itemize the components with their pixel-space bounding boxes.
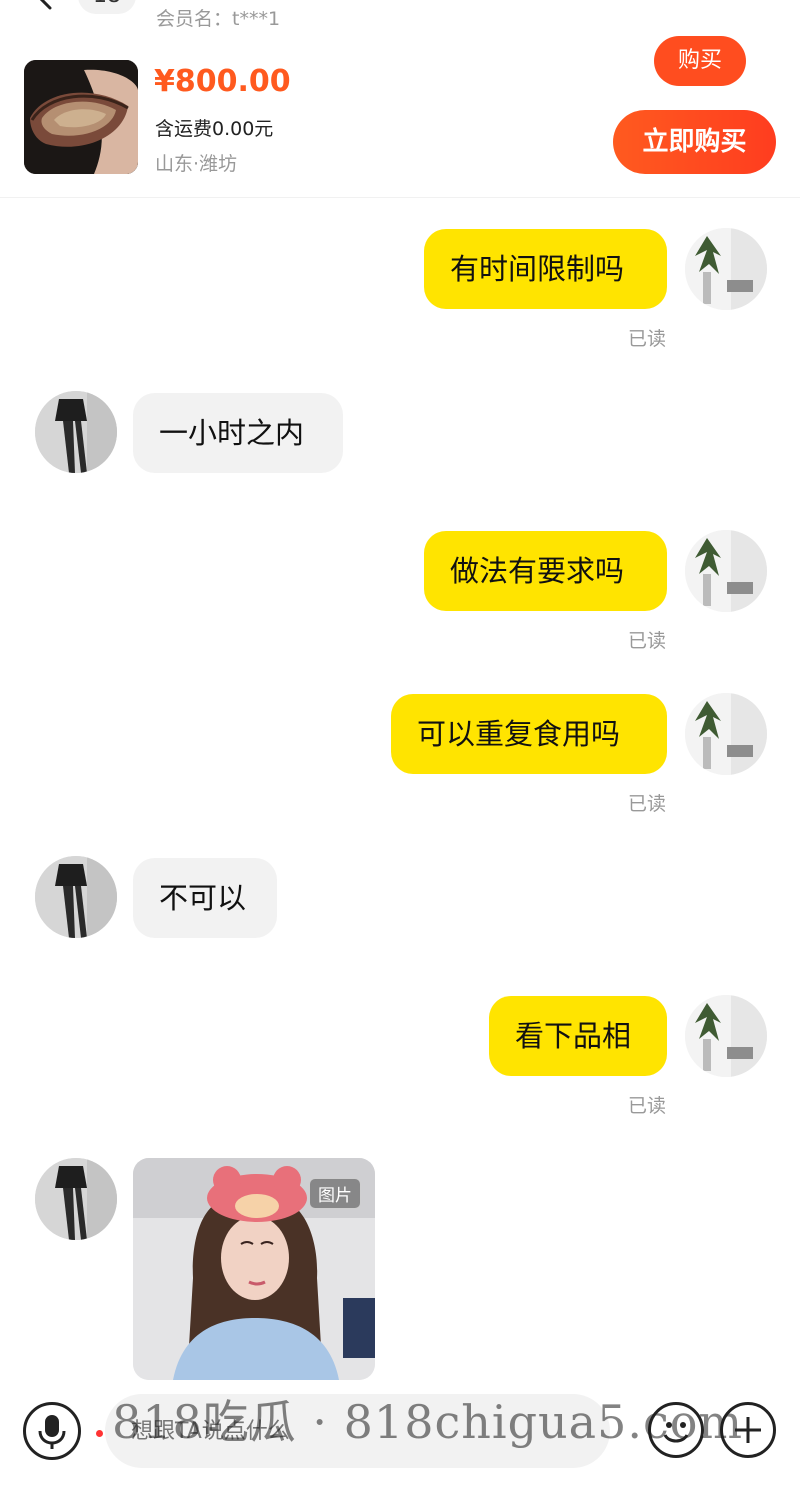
message-input[interactable]	[105, 1394, 610, 1468]
contact-avatar[interactable]	[35, 856, 117, 938]
voice-button[interactable]	[23, 1402, 81, 1460]
emoji-button[interactable]	[648, 1402, 704, 1458]
message-input-bar	[0, 1380, 800, 1488]
self-avatar[interactable]	[685, 530, 767, 612]
product-price: ¥800.00	[154, 64, 291, 99]
contact-avatar[interactable]	[35, 391, 117, 473]
product-header: 18 会员名：t***1 ¥800.00 含运费0.00元 山东·潍坊 购买 立…	[0, 0, 800, 198]
message-bubble-self[interactable]: 有时间限制吗	[424, 229, 667, 309]
product-thumbnail[interactable]	[24, 60, 138, 174]
shipping-info: 含运费0.00元	[155, 118, 274, 140]
more-options-button[interactable]	[720, 1402, 776, 1458]
seller-location: 山东·潍坊	[155, 153, 238, 175]
notification-dot	[96, 1430, 103, 1437]
self-avatar[interactable]	[685, 693, 767, 775]
read-receipt: 已读	[628, 630, 667, 652]
message-bubble-self[interactable]: 做法有要求吗	[424, 531, 667, 611]
buy-now-button[interactable]: 立即购买	[613, 110, 776, 174]
message-bubble-self[interactable]: 看下品相	[489, 996, 667, 1076]
read-receipt: 已读	[628, 328, 667, 350]
contact-avatar[interactable]	[35, 1158, 117, 1240]
self-avatar[interactable]	[685, 228, 767, 310]
image-tag-label: 图片	[309, 1178, 361, 1209]
message-bubble-other[interactable]: 不可以	[133, 858, 277, 938]
unread-count-badge[interactable]: 18	[78, 0, 136, 14]
read-receipt: 已读	[628, 1095, 667, 1117]
plus-icon	[735, 1417, 761, 1443]
message-bubble-other[interactable]: 一小时之内	[133, 393, 343, 473]
message-bubble-self[interactable]: 可以重复食用吗	[391, 694, 667, 774]
buy-button[interactable]: 购买	[654, 36, 746, 86]
image-message[interactable]: 图片	[133, 1158, 375, 1380]
smiley-icon	[663, 1422, 689, 1443]
member-name: 会员名：t***1	[156, 8, 281, 30]
self-avatar[interactable]	[685, 995, 767, 1077]
read-receipt: 已读	[628, 793, 667, 815]
microphone-icon	[38, 1415, 66, 1449]
back-arrow-icon[interactable]	[34, 0, 58, 10]
